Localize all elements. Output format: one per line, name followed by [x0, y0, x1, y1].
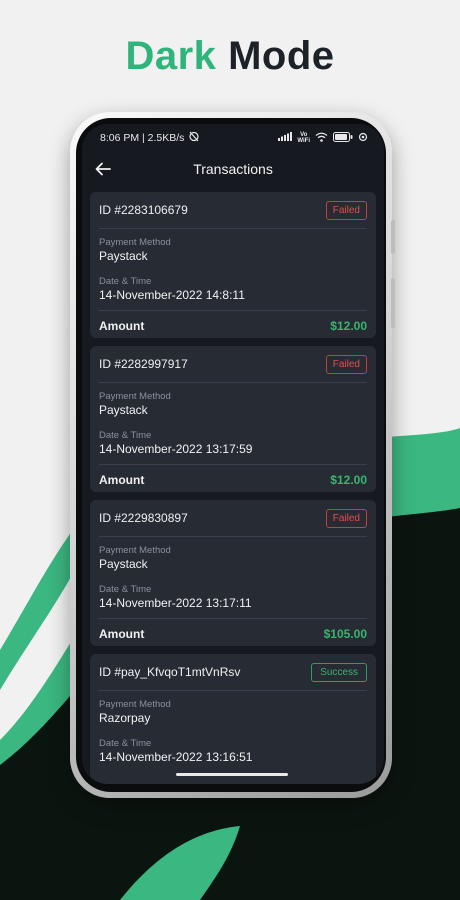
- transaction-card[interactable]: ID #2229830897 Failed Payment Method Pay…: [90, 500, 376, 646]
- transaction-id: ID #2229830897: [99, 511, 188, 525]
- date-time-label: Date & Time: [99, 430, 152, 441]
- status-badge: Failed: [325, 354, 367, 374]
- app-bar: Transactions: [82, 152, 384, 186]
- transaction-card[interactable]: ID #2283106679 Failed Payment Method Pay…: [90, 192, 376, 338]
- transaction-id: ID #2283106679: [99, 203, 188, 217]
- amount-value: $105.00: [323, 626, 367, 641]
- page-title: Transactions: [193, 161, 273, 177]
- back-button[interactable]: [92, 159, 114, 179]
- date-time-value: 14-November-2022 14:8:11: [99, 288, 245, 302]
- date-time-value: 14-November-2022 13:17:11: [99, 596, 252, 610]
- status-time-speed: 8:06 PM | 2.5KB/s: [100, 132, 185, 144]
- status-bar: 8:06 PM | 2.5KB/s Vo WiFi: [82, 124, 384, 152]
- date-time-label: Date & Time: [99, 738, 152, 749]
- date-time-value: 14-November-2022 13:17:59: [99, 442, 253, 456]
- amount-value: $12.00: [330, 472, 367, 487]
- phone-screen: 8:06 PM | 2.5KB/s Vo WiFi Transactions I…: [82, 124, 384, 784]
- status-badge: Success: [311, 662, 367, 682]
- battery-icon: [333, 131, 353, 145]
- home-indicator[interactable]: [176, 773, 288, 776]
- transaction-id: ID #pay_KfvqoT1mtVnRsv: [99, 665, 241, 679]
- transaction-card[interactable]: ID #2282997917 Failed Payment Method Pay…: [90, 346, 376, 492]
- transaction-id: ID #2282997917: [99, 357, 188, 371]
- amount-label: Amount: [99, 472, 145, 487]
- arrow-left-icon: [95, 162, 111, 176]
- payment-method-value: Paystack: [99, 403, 148, 417]
- data-saver-icon: [188, 131, 200, 145]
- hero-title-rest: Mode: [228, 34, 335, 78]
- payment-method-label: Payment Method: [99, 545, 171, 556]
- vowifi-indicator: Vo WiFi: [297, 132, 310, 144]
- payment-method-value: Paystack: [99, 249, 148, 263]
- hero-title-accent: Dark: [125, 34, 217, 78]
- volume-button: [391, 220, 395, 254]
- amount-value: $12.00: [330, 318, 367, 333]
- payment-method-label: Payment Method: [99, 391, 171, 402]
- payment-method-value: Paystack: [99, 557, 148, 571]
- hero-title: Dark Mode: [0, 34, 460, 79]
- transaction-card[interactable]: ID #pay_KfvqoT1mtVnRsv Success Payment M…: [90, 654, 376, 784]
- date-time-label: Date & Time: [99, 276, 152, 287]
- payment-method-label: Payment Method: [99, 699, 171, 710]
- amount-label: Amount: [99, 626, 145, 641]
- vowifi-bottom: WiFi: [297, 138, 310, 144]
- wifi-icon: [315, 132, 328, 145]
- power-button: [391, 278, 395, 328]
- status-badge: Failed: [325, 508, 367, 528]
- status-badge: Failed: [325, 200, 367, 220]
- transactions-list: ID #2283106679 Failed Payment Method Pay…: [90, 192, 376, 784]
- signal-icon: [278, 132, 293, 144]
- date-time-label: Date & Time: [99, 584, 152, 595]
- payment-method-label: Payment Method: [99, 237, 171, 248]
- payment-method-value: Razorpay: [99, 711, 151, 725]
- date-time-value: 14-November-2022 13:16:51: [99, 750, 253, 764]
- sync-icon: [358, 132, 368, 145]
- amount-label: Amount: [99, 318, 145, 333]
